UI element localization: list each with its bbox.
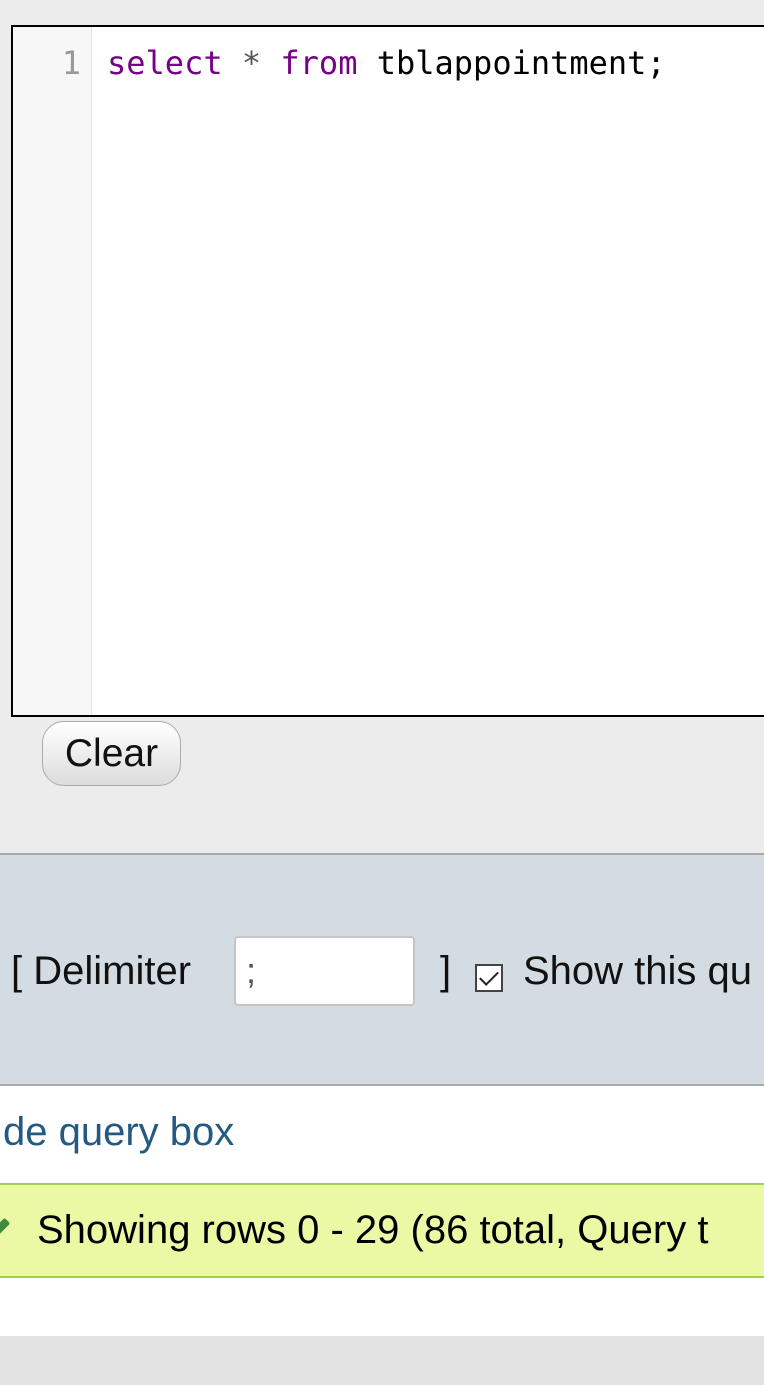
pencil-icon xyxy=(0,1217,11,1237)
clear-button[interactable]: Clear xyxy=(42,721,181,786)
query-options-bar: [ Delimiter ] Show this qu xyxy=(0,853,764,1086)
delimiter-input[interactable] xyxy=(234,936,415,1006)
footer-area xyxy=(0,1336,764,1385)
success-message: Showing rows 0 - 29 (86 total, Query t xyxy=(37,1208,709,1252)
sql-editor[interactable]: 1 select * from tblappointment; xyxy=(11,25,764,717)
delimiter-label: [ Delimiter xyxy=(11,949,192,993)
show-query-checkbox[interactable] xyxy=(475,964,503,992)
delimiter-close-bracket: ] xyxy=(440,949,452,993)
hide-query-box-link[interactable]: de query box xyxy=(3,1110,234,1155)
operator-star: * xyxy=(241,44,262,82)
hide-query-strip: de query box xyxy=(0,1086,764,1183)
keyword-select: select xyxy=(107,44,223,82)
keyword-from: from xyxy=(280,44,358,82)
code-line[interactable]: select * from tblappointment; xyxy=(107,44,666,82)
table-name: tblappointment; xyxy=(376,44,666,82)
show-query-label[interactable]: Show this qu xyxy=(523,947,752,995)
line-gutter: 1 xyxy=(13,27,92,715)
success-message-bar: Showing rows 0 - 29 (86 total, Query t xyxy=(0,1183,764,1278)
line-number: 1 xyxy=(61,44,81,82)
results-area xyxy=(0,1278,764,1336)
